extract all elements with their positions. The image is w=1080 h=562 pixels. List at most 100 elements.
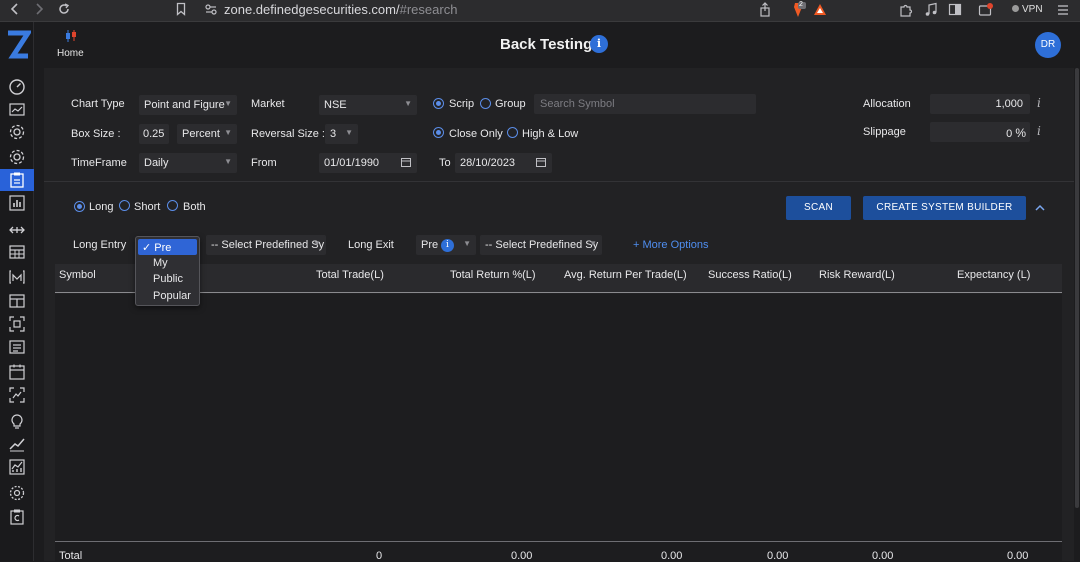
group-radio[interactable] (480, 98, 491, 109)
brave-shield-icon[interactable] (788, 2, 806, 22)
settings-gear-icon[interactable] (8, 123, 26, 141)
col-risk-reward[interactable]: Risk Reward(L) (819, 269, 895, 281)
calendar-grid-icon[interactable] (8, 243, 26, 261)
entry-predefined-value: -- Select Predefined Sy (211, 239, 325, 251)
short-label[interactable]: Short (134, 201, 160, 213)
scrollbar-thumb[interactable] (1075, 68, 1079, 508)
scrip-label[interactable]: Scrip (449, 98, 474, 110)
box-unit-select[interactable]: Percent ▼ (177, 124, 237, 144)
calendar-icon[interactable] (8, 363, 26, 381)
col-expectancy[interactable]: Expectancy (L) (957, 269, 1030, 281)
exit-type-select[interactable]: Pre i ▼ (416, 235, 476, 255)
search-symbol-input[interactable]: Search Symbol (534, 94, 756, 114)
range-icon[interactable] (8, 221, 26, 239)
scan-icon[interactable] (8, 315, 26, 333)
close-only-label[interactable]: Close Only (449, 128, 503, 140)
portfolio-icon[interactable] (8, 508, 26, 526)
bookmark-icon[interactable] (176, 1, 186, 21)
backtest-panel: Chart Type Point and Figure ▼ Market NSE ▼… (44, 68, 1074, 562)
calendar-icon[interactable] (536, 157, 546, 170)
avatar[interactable]: DR (1035, 32, 1061, 58)
col-avg-return[interactable]: Avg. Return Per Trade(L) (564, 269, 687, 281)
home-label[interactable]: Home (57, 48, 84, 59)
dropdown-option-pre[interactable]: ✓ Pre (138, 239, 197, 255)
col-success-ratio[interactable]: Success Ratio(L) (708, 269, 792, 281)
slippage-input[interactable]: 0 % (930, 122, 1030, 142)
collapse-chevron-up-icon[interactable] (1035, 199, 1045, 217)
sidebar-icon[interactable] (948, 2, 962, 22)
high-low-radio[interactable] (507, 127, 518, 138)
create-system-builder-button[interactable]: CREATE SYSTEM BUILDER (863, 196, 1026, 220)
table-icon[interactable] (8, 292, 26, 310)
bar-chart-icon[interactable] (8, 194, 26, 212)
dropdown-option-my[interactable]: My (138, 255, 197, 271)
extensions-icon[interactable] (899, 2, 913, 22)
allocation-input[interactable]: 1,000 (930, 94, 1030, 114)
dropdown-option-popular[interactable]: Popular (138, 288, 197, 304)
scrip-radio[interactable] (433, 98, 444, 109)
close-only-radio[interactable] (433, 127, 444, 138)
entry-predefined-select[interactable]: -- Select Predefined Sy ▼ (206, 235, 326, 255)
list-icon[interactable] (8, 338, 26, 356)
chart-icon[interactable] (8, 101, 26, 119)
share-icon[interactable] (759, 2, 771, 22)
site-info-icon[interactable] (204, 1, 218, 21)
sidebar (0, 22, 34, 561)
chevron-down-icon: ▼ (224, 157, 232, 166)
col-symbol[interactable]: Symbol (59, 269, 96, 281)
long-radio[interactable] (74, 201, 85, 212)
to-date-input[interactable]: 28/10/2023 (455, 153, 552, 173)
address-bar[interactable]: zone.definedgesecurities.com/#research (198, 0, 838, 20)
backtest-clipboard-icon[interactable] (8, 171, 26, 189)
reload-icon[interactable] (57, 1, 71, 21)
both-radio[interactable] (167, 200, 178, 211)
vpn-toggle[interactable]: VPN (1012, 3, 1043, 17)
gear-icon[interactable] (8, 148, 26, 166)
wallet-icon[interactable] (978, 2, 994, 22)
market-m-icon[interactable] (8, 268, 26, 286)
allocation-info-icon[interactable]: i (1037, 96, 1041, 110)
col-total-return[interactable]: Total Return %(L) (450, 269, 536, 281)
menu-icon[interactable] (1057, 2, 1069, 22)
shield-badge-count: 2 (799, 1, 803, 8)
reversal-size-select[interactable]: 3 ▼ (325, 124, 358, 144)
box-size-input[interactable]: 0.25 (139, 124, 169, 144)
screener-icon[interactable] (8, 386, 26, 404)
logo[interactable] (5, 28, 33, 62)
chevron-down-icon: ▼ (224, 128, 232, 137)
rewards-icon[interactable] (813, 2, 827, 22)
from-date-value: 01/01/1990 (324, 157, 380, 169)
media-icon[interactable] (924, 2, 938, 22)
long-label[interactable]: Long (89, 201, 113, 213)
forward-icon[interactable] (33, 1, 45, 21)
trend-icon[interactable] (8, 435, 26, 453)
home-candles-icon[interactable] (64, 29, 78, 48)
short-radio[interactable] (119, 200, 130, 211)
calendar-icon[interactable] (401, 157, 411, 170)
exit-predefined-select[interactable]: -- Select Predefined Sy ▼ (480, 235, 602, 255)
back-icon[interactable] (9, 1, 21, 21)
more-options-link[interactable]: + More Options (633, 239, 709, 251)
analytics-icon[interactable] (8, 458, 26, 476)
scan-button[interactable]: SCAN (786, 196, 851, 220)
both-label[interactable]: Both (183, 201, 206, 213)
chart-type-select[interactable]: Point and Figure ▼ (139, 95, 237, 115)
chevron-down-icon: ▼ (589, 239, 597, 248)
slippage-info-icon[interactable]: i (1037, 124, 1041, 138)
col-total-trade[interactable]: Total Trade(L) (316, 269, 384, 281)
dropdown-option-public[interactable]: Public (138, 271, 197, 287)
exit-type-value: Pre (421, 239, 439, 251)
long-entry-type-dropdown[interactable]: ✓ Pre My Public Popular (135, 236, 200, 306)
high-low-label[interactable]: High & Low (522, 128, 578, 140)
options-icon[interactable] (8, 484, 26, 502)
idea-bulb-icon[interactable] (8, 412, 26, 430)
group-label[interactable]: Group (495, 98, 526, 110)
exit-info-icon[interactable]: i (441, 239, 454, 252)
info-icon[interactable]: i (590, 35, 608, 53)
scrollbar[interactable] (1074, 68, 1080, 561)
market-select[interactable]: NSE ▼ (319, 95, 417, 115)
dashboard-icon[interactable] (8, 78, 26, 96)
timeframe-value: Daily (144, 157, 169, 169)
from-date-input[interactable]: 01/01/1990 (319, 153, 417, 173)
timeframe-select[interactable]: Daily ▼ (139, 153, 237, 173)
